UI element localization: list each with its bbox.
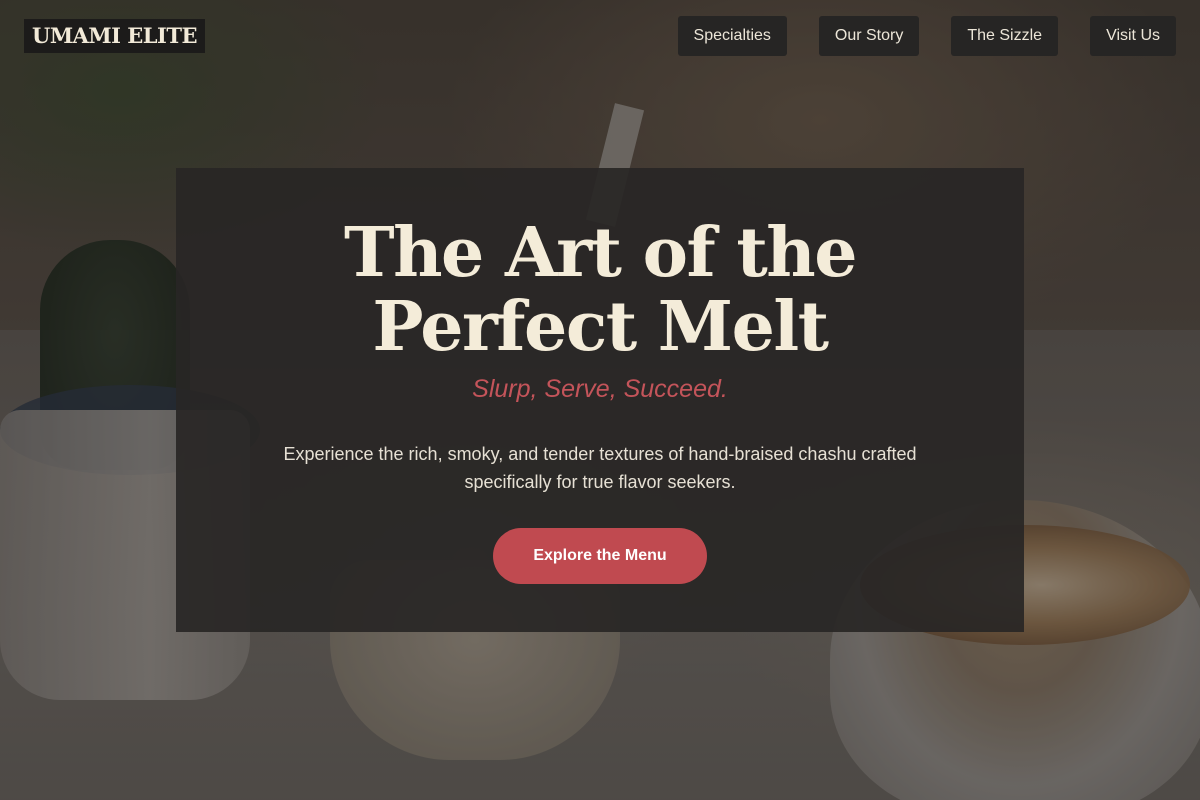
nav-visit-us[interactable]: Visit Us — [1090, 16, 1176, 56]
nav-the-sizzle[interactable]: The Sizzle — [951, 16, 1059, 56]
site-logo[interactable]: UMAMI ELITE — [24, 19, 205, 53]
nav-specialties[interactable]: Specialties — [677, 16, 787, 56]
hero-panel: The Art of the Perfect Melt Slurp, Serve… — [176, 168, 1024, 632]
nav-our-story[interactable]: Our Story — [818, 16, 920, 56]
hero-title: The Art of the Perfect Melt — [343, 213, 858, 367]
explore-menu-button[interactable]: Explore the Menu — [493, 528, 707, 584]
hero-tagline: Slurp, Serve, Succeed. — [472, 375, 728, 403]
hero-description: Experience the rich, smoky, and tender t… — [283, 444, 917, 492]
main-nav: Specialties Our Story The Sizzle Visit U… — [677, 16, 1176, 56]
